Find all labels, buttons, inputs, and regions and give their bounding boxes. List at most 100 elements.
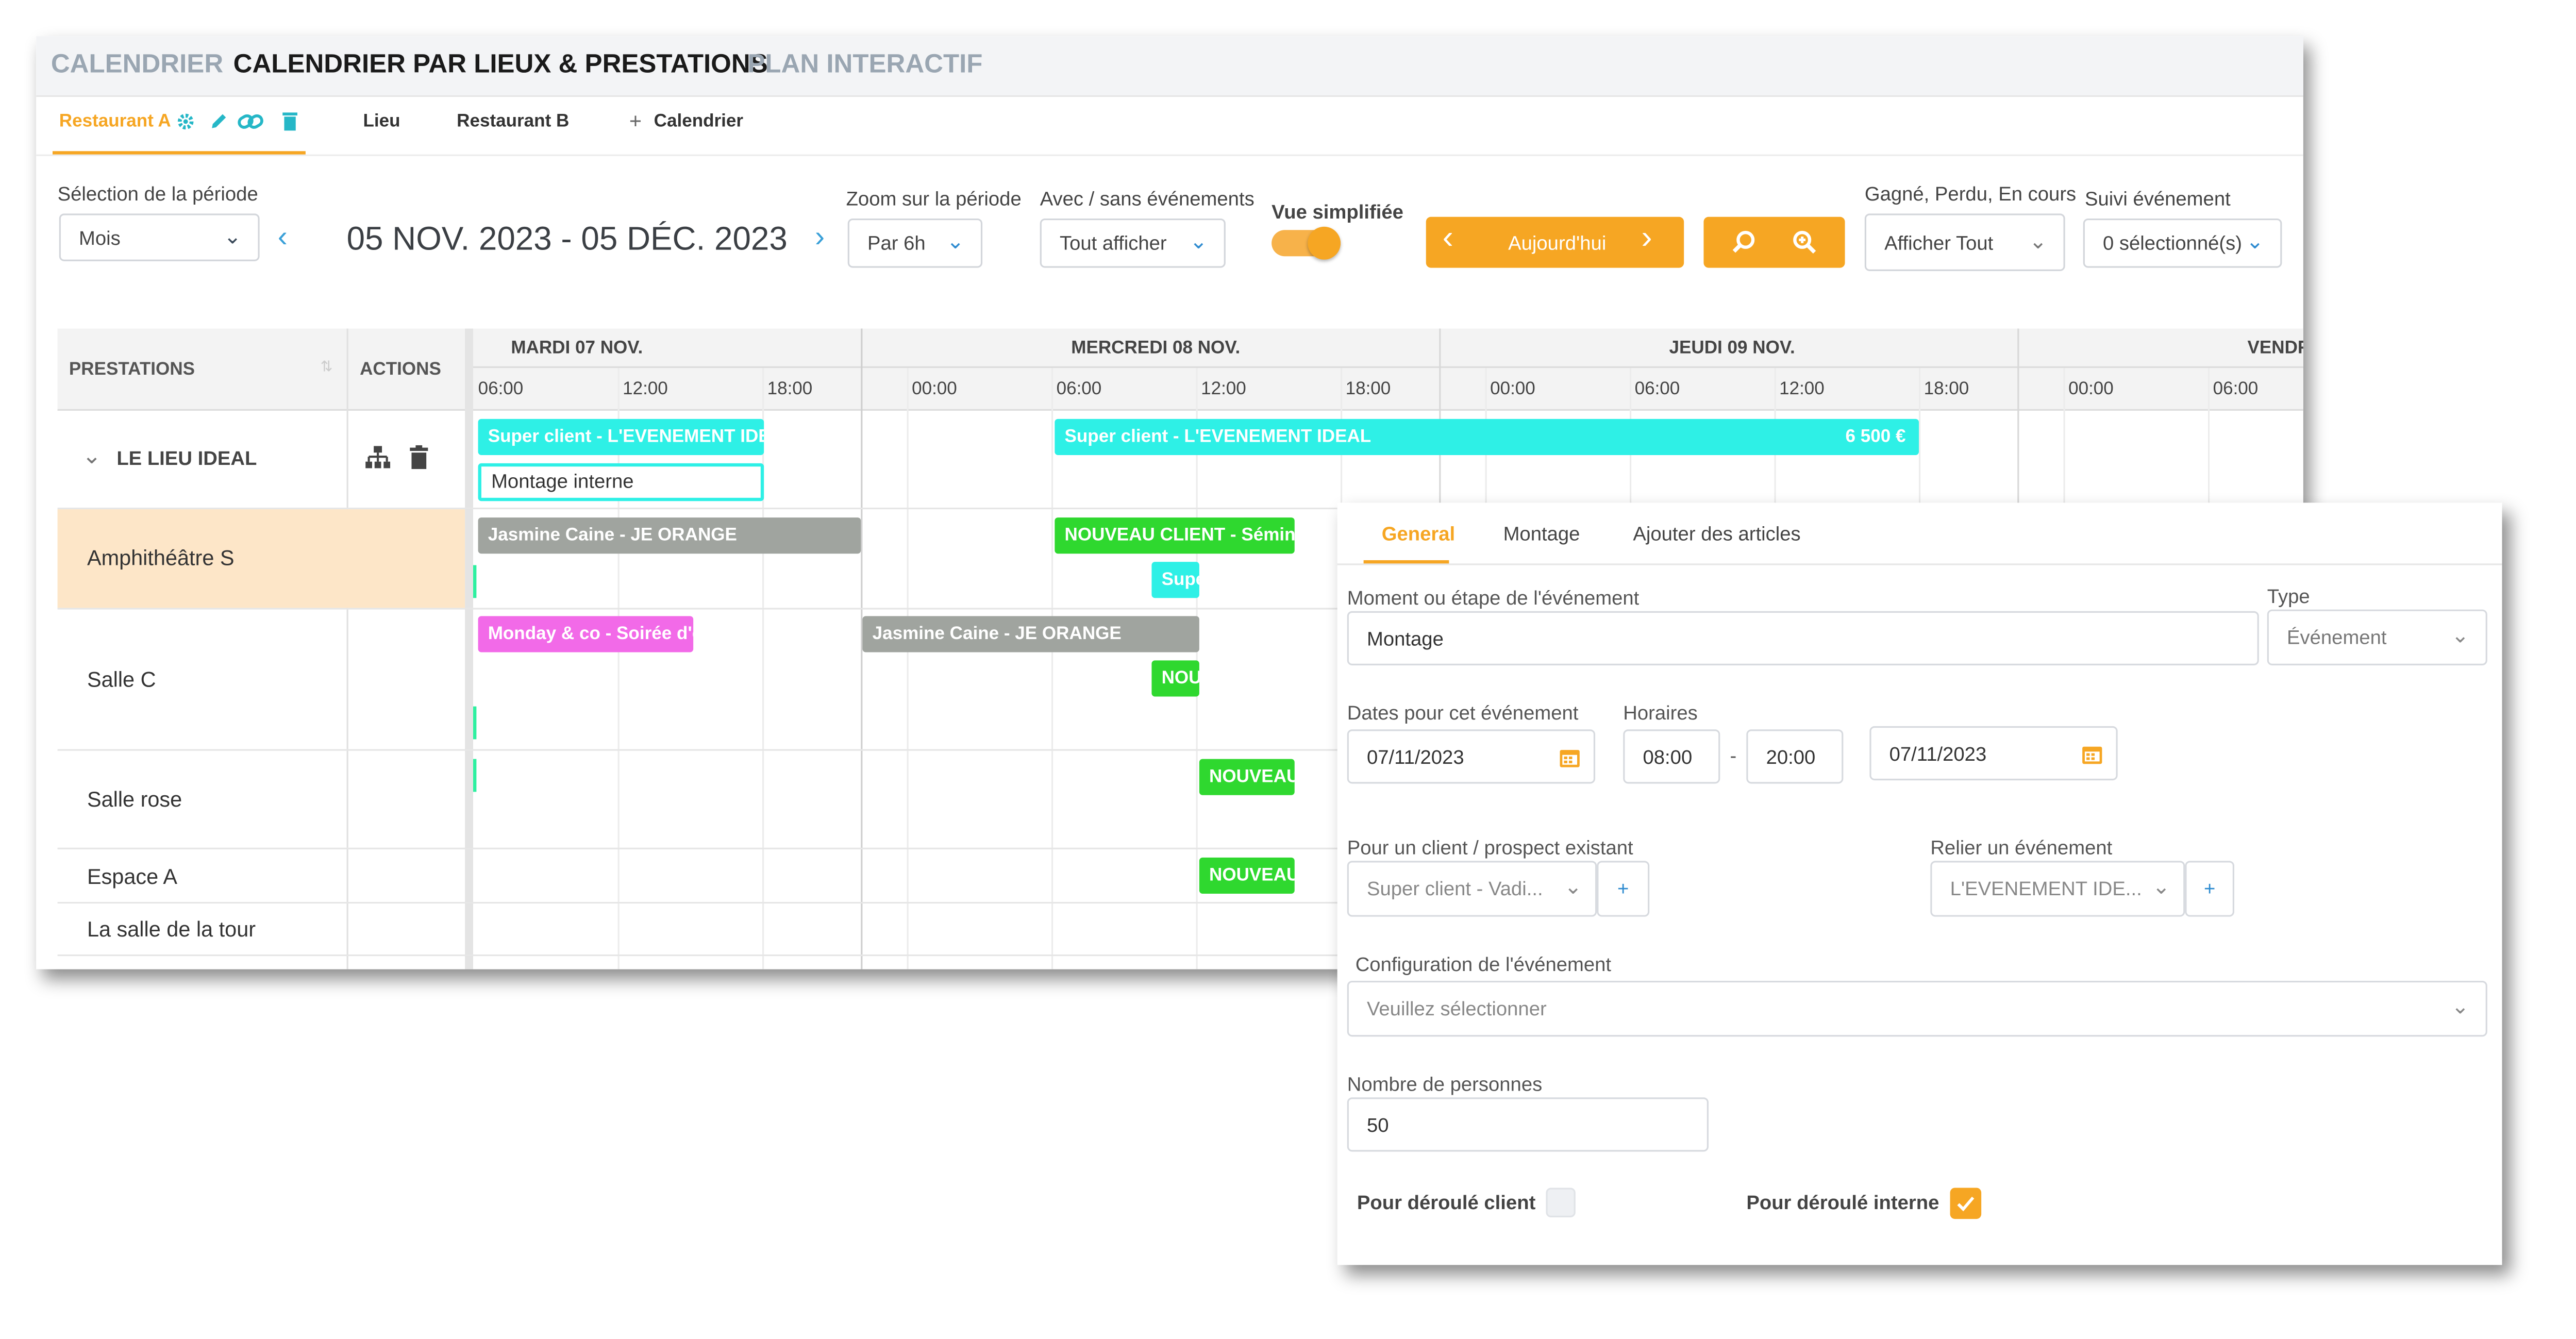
event-bar[interactable]: Monday & co - Soirée d'entreprise [478, 616, 694, 652]
period-label: Sélection de la période [57, 182, 258, 206]
today-nav-group: ‹ Aujourd'hui › [1426, 216, 1684, 268]
link-event-select[interactable]: L'EVENEMENT IDE... ⌄ [1930, 861, 2185, 917]
event-bar[interactable]: NOUVEAU CLIENT - Séminaire [1055, 517, 1295, 554]
client-select[interactable]: Super client - Vadi... ⌄ [1347, 861, 1597, 917]
day-header: VENDREDI [2247, 338, 2303, 358]
zoom-select[interactable]: Par 6h ⌄ [847, 218, 983, 268]
event-bar[interactable]: NOUVEAU CLIENT [1199, 759, 1295, 795]
event-bar[interactable]: Montage interne [478, 463, 764, 501]
row-label[interactable]: La salle de la tour [87, 917, 256, 942]
tab-calendrier[interactable]: CALENDRIER [51, 51, 223, 80]
collapse-chevron-icon[interactable]: ⌄ [82, 442, 101, 470]
sub-tab-restaurant-b[interactable]: Restaurant B [457, 112, 569, 131]
hour-tick: 18:00 [1345, 379, 1391, 399]
tab-plan-interactif[interactable]: PLAN INTERACTIF [747, 51, 982, 80]
row-label[interactable]: Amphithéâtre S [87, 545, 235, 570]
calendar-icon[interactable] [1559, 746, 1580, 767]
start-date-input[interactable]: 07/11/2023 [1347, 729, 1596, 784]
moment-input[interactable]: Montage [1347, 611, 2259, 665]
hour-tick: 06:00 [1634, 379, 1680, 399]
simplified-view-label: Vue simplifiée [1272, 200, 1403, 224]
persons-label: Nombre de personnes [1347, 1073, 1543, 1096]
hour-separator: - [1730, 744, 1737, 767]
status-filter-label: Gagné, Perdu, En cours [1864, 182, 2077, 206]
next-icon[interactable]: › [1641, 220, 1652, 258]
row-label[interactable]: Espace A [87, 864, 177, 889]
events-filter-select[interactable]: Tout afficher ⌄ [1040, 218, 1226, 268]
event-bar[interactable]: NOUVEAU CLIENT [1199, 857, 1295, 894]
column-actions: ACTIONS [360, 360, 441, 380]
gear-icon[interactable] [176, 112, 195, 131]
chevron-down-icon: ⌄ [223, 223, 242, 248]
tab-general[interactable]: General [1382, 523, 1455, 546]
zoom-in-icon[interactable] [1793, 230, 1817, 255]
chevron-down-icon: ⌄ [1564, 874, 1582, 899]
hour-tick: 00:00 [912, 379, 957, 399]
link-icon[interactable] [237, 110, 264, 133]
event-tracking-select[interactable]: 0 sélectionné(s) ⌄ [2083, 218, 2282, 268]
period-select[interactable]: Mois ⌄ [59, 213, 260, 261]
event-bar[interactable]: Jasmine Caine - JE ORANGE [478, 517, 861, 554]
client-flow-checkbox[interactable] [1546, 1187, 1576, 1217]
trash-icon[interactable] [281, 110, 299, 131]
tab-add-articles[interactable]: Ajouter des articles [1633, 523, 1800, 546]
event-bar[interactable]: Super client - L'EVENEMENT IDEAL [478, 419, 764, 455]
previous-period-icon[interactable]: ‹ [278, 220, 288, 255]
zoom-out-icon[interactable] [1732, 230, 1757, 255]
config-select[interactable]: Veuillez sélectionner ⌄ [1347, 980, 2487, 1037]
sub-tab-lieu[interactable]: Lieu [363, 112, 400, 131]
row-label[interactable]: Salle C [87, 667, 156, 692]
internal-flow-checkbox[interactable] [1950, 1187, 1982, 1219]
end-date-value: 07/11/2023 [1889, 742, 1987, 765]
add-client-button[interactable]: + [1597, 861, 1650, 917]
persons-input[interactable]: 50 [1347, 1097, 1709, 1152]
event-title: Super client - L'EVENEMENT IDEAL [1064, 427, 1371, 447]
type-select[interactable]: Événement ⌄ [2267, 609, 2487, 665]
event-bar[interactable]: Super client [1151, 562, 1199, 598]
sort-icon[interactable]: ⇅ [321, 358, 333, 376]
hour-tick: 00:00 [2068, 379, 2114, 399]
column-prestations[interactable]: PRESTATIONS [69, 360, 195, 379]
tab-montage[interactable]: Montage [1503, 523, 1580, 546]
chevron-down-icon: ⌄ [2152, 874, 2170, 899]
add-link-button[interactable]: + [2185, 861, 2234, 917]
hour-tick: 12:00 [1201, 379, 1246, 399]
date-range-title: 05 NOV. 2023 - 05 DÉC. 2023 [346, 222, 788, 258]
event-marker [473, 759, 477, 792]
add-calendar-link[interactable]: Calendrier [654, 112, 743, 131]
type-label: Type [2267, 584, 2310, 608]
event-bar[interactable]: Super client - L'EVENEMENT IDEAL 6 500 € [1055, 419, 1919, 455]
hierarchy-icon[interactable] [365, 445, 391, 470]
pencil-icon[interactable] [209, 112, 228, 131]
hour-tick: 12:00 [623, 379, 668, 399]
row-label[interactable]: Salle rose [87, 787, 182, 812]
event-bar[interactable]: NOUVEAU CLIENT [1151, 660, 1199, 697]
start-date-value: 07/11/2023 [1367, 745, 1464, 768]
previous-icon[interactable]: ‹ [1443, 220, 1453, 258]
simplified-view-toggle[interactable] [1272, 226, 1341, 260]
trash-icon[interactable] [409, 445, 429, 470]
event-tracking-label: Suivi événement [2084, 187, 2231, 210]
event-bar[interactable]: Jasmine Caine - JE ORANGE [862, 616, 1199, 652]
today-button[interactable]: Aujourd'hui [1508, 231, 1606, 255]
sub-tab-restaurant-a[interactable]: Restaurant A [59, 112, 171, 131]
day-header: MARDI 07 NOV. [511, 338, 643, 358]
event-amount: 6 500 € [1845, 427, 1906, 447]
hour-end-input[interactable]: 20:00 [1746, 729, 1844, 784]
chevron-down-icon: ⌄ [2029, 228, 2047, 253]
next-period-icon[interactable]: › [815, 220, 825, 255]
chevron-down-icon: ⌄ [2451, 623, 2469, 647]
hour-start-input[interactable]: 08:00 [1623, 729, 1720, 784]
link-event-value: L'EVENEMENT IDE... [1950, 877, 2142, 900]
calendar-icon[interactable] [2082, 743, 2103, 764]
end-date-input[interactable]: 07/11/2023 [1869, 726, 2118, 781]
event-marker [473, 565, 477, 598]
hour-tick: 06:00 [1056, 379, 1102, 399]
hour-tick: 06:00 [2213, 379, 2259, 399]
moment-label: Moment ou étape de l'événement [1347, 586, 1640, 610]
status-filter-select[interactable]: Afficher Tout ⌄ [1864, 213, 2065, 271]
tab-calendrier-lieux-prestations[interactable]: CALENDRIER PAR LIEUX & PRESTATIONS [233, 51, 768, 80]
zoom-buttons-group [1703, 216, 1845, 268]
chevron-down-icon: ⌄ [2451, 994, 2469, 1019]
plus-icon[interactable]: + [629, 108, 642, 133]
